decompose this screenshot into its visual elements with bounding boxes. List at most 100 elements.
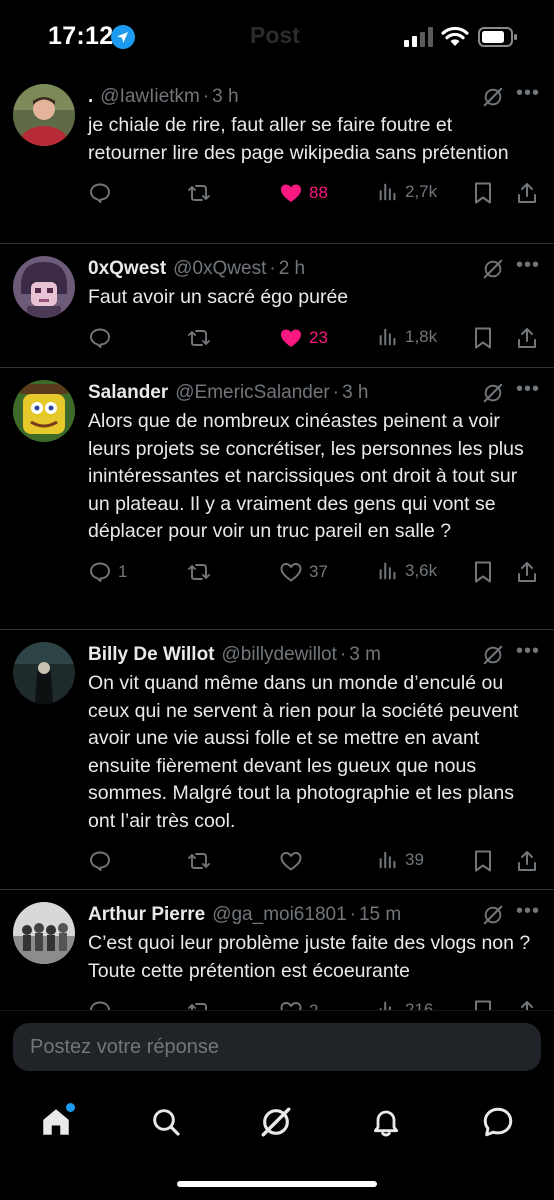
timestamp: 3 m (349, 644, 381, 665)
bookmark-button[interactable] (472, 560, 494, 584)
views-button[interactable]: 3,6k (377, 560, 437, 582)
bookmark-button[interactable] (472, 181, 494, 205)
author-handle[interactable]: @ga_moi61801 (212, 904, 346, 926)
avatar[interactable] (13, 380, 75, 442)
reply-button[interactable] (88, 181, 118, 205)
replies-feed[interactable]: . @IawIietkm · 3 h ••• je chiale de rire… (0, 72, 554, 1010)
views-button[interactable]: 2,7k (377, 181, 437, 203)
retweet-button[interactable] (187, 999, 217, 1010)
retweet-button[interactable] (187, 849, 217, 873)
share-button[interactable] (516, 326, 538, 350)
bookmark-icon (475, 1000, 491, 1010)
tweet[interactable]: Arthur Pierre @ga_moi61801 · 15 m ••• C’… (0, 890, 554, 1010)
tweet-text: Faut avoir un sacré égo purée (88, 286, 349, 308)
reply-button[interactable] (88, 999, 118, 1010)
reply-bar (0, 1010, 554, 1082)
bookmark-button[interactable] (472, 849, 494, 873)
reply-input[interactable] (13, 1023, 541, 1071)
bookmark-icon (475, 327, 491, 348)
more-options-icon[interactable]: ••• (516, 82, 540, 105)
status-bar: 17:12 Post (0, 0, 554, 72)
heart-icon (280, 562, 302, 581)
tweet-actions: 39 (88, 835, 540, 891)
like-count: 88 (309, 183, 328, 202)
reply-button[interactable] (88, 326, 118, 350)
like-button[interactable]: 23 (279, 326, 328, 350)
share-button[interactable] (516, 849, 538, 873)
avatar[interactable] (13, 256, 75, 318)
reply-button[interactable] (88, 849, 118, 873)
views-icon (379, 562, 396, 579)
author-name[interactable]: Billy De Willot (88, 644, 215, 666)
grok-icon[interactable] (254, 1100, 298, 1144)
heart-filled-icon (281, 184, 301, 202)
search-icon[interactable] (144, 1100, 188, 1144)
more-options-icon[interactable]: ••• (516, 254, 540, 277)
like-button[interactable]: 2 (279, 999, 318, 1010)
like-button[interactable] (279, 849, 309, 873)
like-button[interactable]: 37 (279, 560, 328, 584)
retweet-button[interactable] (187, 560, 217, 584)
timestamp: 15 m (358, 904, 402, 925)
tweet-header: Arthur Pierre @ga_moi61801 · 15 m (88, 900, 540, 930)
bookmark-icon (475, 182, 491, 204)
tweet[interactable]: Billy De Willot @billydewillot · 3 m •••… (0, 630, 554, 890)
retweet-icon (188, 1003, 207, 1010)
grok-icon[interactable] (482, 382, 504, 409)
heart-filled-icon (281, 329, 301, 347)
author-handle[interactable]: @0xQwest (173, 258, 266, 280)
bookmark-icon (475, 561, 491, 582)
grok-icon[interactable] (482, 258, 504, 285)
notifications-icon[interactable] (364, 1100, 408, 1144)
share-button[interactable] (516, 999, 538, 1010)
reply-icon (90, 328, 110, 348)
reply-count: 1 (118, 561, 128, 581)
tweet[interactable]: 0xQwest @0xQwest · 2 h ••• Faut avoir un… (0, 244, 554, 368)
author-name[interactable]: Salander (88, 382, 168, 404)
share-icon (518, 561, 536, 582)
avatar[interactable] (13, 642, 75, 704)
bookmark-button[interactable] (472, 326, 494, 350)
heart-icon (280, 1002, 302, 1010)
notification-dot (66, 1103, 75, 1112)
bookmark-button[interactable] (472, 999, 494, 1010)
separator: · (339, 644, 347, 665)
views-button[interactable]: 1,8k (377, 326, 437, 348)
tweet[interactable]: Salander @EmericSalander · 3 h ••• Alors… (0, 368, 554, 630)
avatar[interactable] (13, 84, 75, 146)
home-icon[interactable] (34, 1100, 78, 1144)
views-button[interactable]: 216 (377, 999, 433, 1010)
views-icon (379, 183, 396, 201)
retweet-button[interactable] (187, 181, 217, 205)
author-handle[interactable]: @IawIietkm (100, 86, 200, 108)
separator: · (332, 382, 340, 403)
heart-icon (280, 852, 302, 871)
timestamp: 3 h (342, 382, 369, 403)
grok-icon[interactable] (482, 644, 504, 671)
author-handle[interactable]: @EmericSalander (175, 382, 329, 404)
grok-icon[interactable] (482, 86, 504, 113)
reply-button[interactable]: 1 (88, 560, 127, 584)
avatar[interactable] (13, 902, 75, 964)
more-options-icon[interactable]: ••• (516, 378, 540, 401)
grok-icon[interactable] (482, 904, 504, 931)
author-name[interactable]: 0xQwest (88, 258, 166, 280)
views-icon (379, 1001, 391, 1010)
share-button[interactable] (516, 560, 538, 584)
share-icon (521, 1001, 533, 1010)
more-options-icon[interactable]: ••• (516, 640, 540, 663)
messages-icon[interactable] (476, 1100, 520, 1144)
views-count: 2,7k (405, 182, 438, 201)
views-button[interactable]: 39 (377, 849, 424, 871)
home-indicator[interactable] (177, 1181, 377, 1187)
tweet[interactable]: . @IawIietkm · 3 h ••• je chiale de rire… (0, 72, 554, 244)
like-button[interactable]: 88 (279, 181, 328, 205)
author-name[interactable]: . (88, 86, 93, 108)
author-name[interactable]: Arthur Pierre (88, 904, 205, 926)
share-button[interactable] (516, 181, 538, 205)
more-options-icon[interactable]: ••• (516, 900, 540, 923)
tweet-header: . @IawIietkm · 3 h (88, 82, 540, 112)
author-handle[interactable]: @billydewillot (222, 644, 337, 666)
faded-page-title: Post (250, 22, 300, 48)
retweet-button[interactable] (187, 326, 217, 350)
